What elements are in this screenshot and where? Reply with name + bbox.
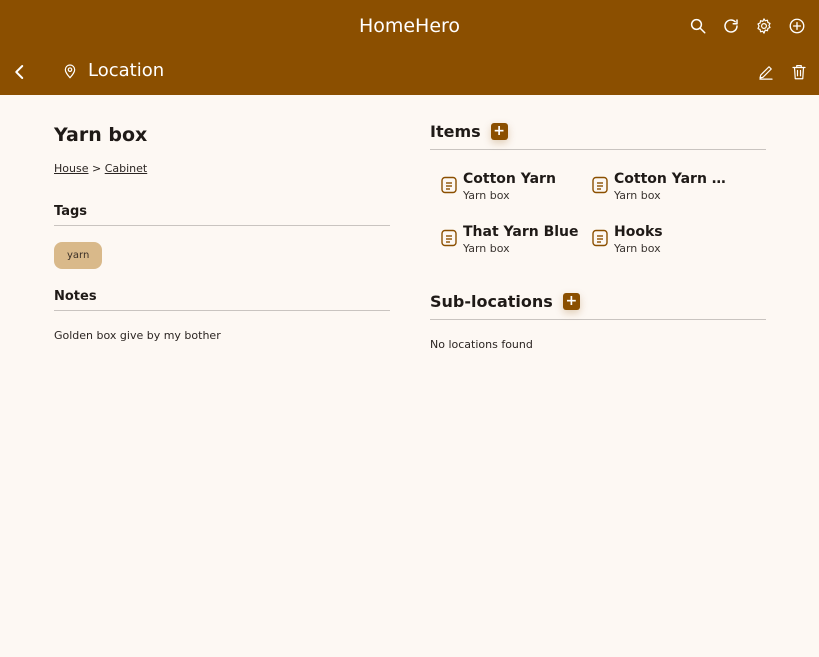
add-item-button[interactable]: + [490,123,508,140]
item-location: Yarn box [614,189,661,202]
item-name: That Yarn Blue [463,224,579,240]
add-sublocation-button[interactable]: + [562,293,580,310]
top-actions [681,14,813,38]
item-location: Yarn box [463,242,510,255]
list-item[interactable]: Cotton Yarn Yarn box [441,170,592,203]
list-item[interactable]: That Yarn Blue Yarn box [441,223,592,256]
add-button[interactable] [780,14,813,38]
items-heading: Items [430,122,481,141]
sublocations-heading: Sub-locations [430,292,553,311]
breadcrumb-link-cabinet[interactable]: Cabinet [105,162,148,175]
location-name: Yarn box [54,124,148,146]
page-title: Location [88,60,165,81]
app-bar: HomeHero Location [0,0,819,95]
delete-button[interactable] [782,60,815,84]
breadcrumb: House > Cabinet [54,162,390,175]
search-icon [690,18,705,34]
item-icon [441,229,457,247]
sublocations-header: Sub-locations + [430,292,766,320]
gear-icon [756,18,771,34]
notes-text: Golden box give by my bother [54,329,221,342]
item-name: Cotton Yarn [463,171,556,187]
item-icon [592,229,608,247]
location-pin-icon [64,63,76,79]
location-contents: Items + Cotton Yarn Yarn box Cotton Yarn… [430,122,766,351]
tags-heading: Tags [54,204,390,226]
chevron-left-icon [15,65,24,79]
item-icon [441,176,457,194]
item-location: Yarn box [614,242,661,255]
back-button[interactable] [8,60,32,84]
tag-chip[interactable]: yarn [54,242,103,269]
item-location: Yarn box [463,189,510,202]
list-item[interactable]: Hooks Yarn box [592,223,743,256]
page-title-group: Location [62,60,164,81]
notes-heading: Notes [54,289,390,311]
items-header: Items + [430,122,766,150]
items-list: Cotton Yarn Yarn box Cotton Yarn … Yarn … [430,170,766,256]
location-details: Yarn box House > Cabinet Tags yarn Notes… [54,122,390,342]
item-name: Cotton Yarn … [614,171,726,187]
item-icon [592,176,608,194]
breadcrumb-separator: > [91,162,102,175]
settings-button[interactable] [747,14,780,38]
location-actions [749,60,815,84]
sublocations-empty-text: No locations found [430,338,533,351]
search-button[interactable] [681,14,714,38]
pencil-icon [758,66,773,80]
breadcrumb-link-house[interactable]: House [54,162,88,175]
edit-button[interactable] [749,60,782,84]
item-name: Hooks [614,224,663,240]
list-item[interactable]: Cotton Yarn … Yarn box [592,170,743,203]
add-circle-icon [789,18,804,34]
refresh-button[interactable] [714,14,747,38]
refresh-icon [723,19,738,33]
trash-icon [791,65,806,80]
